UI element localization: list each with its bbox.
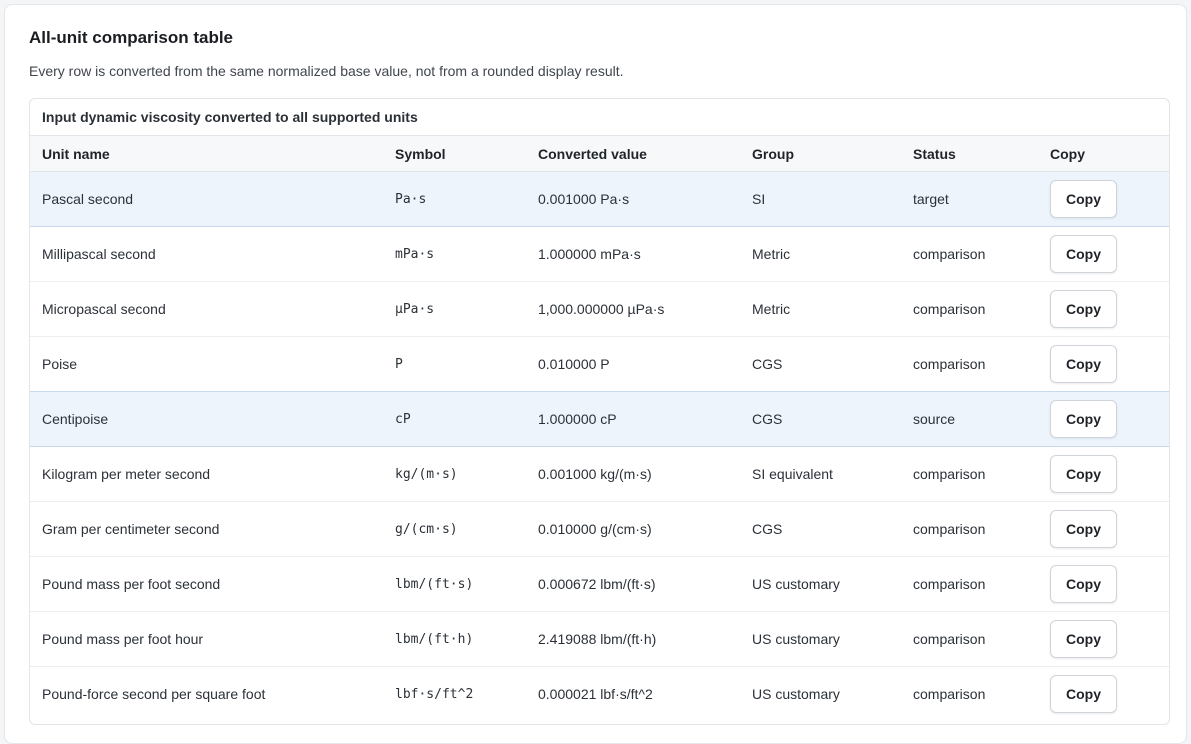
cell-converted-value: 0.000672 lbm/(ft·s) [526,556,740,612]
table-row: Kilogram per meter second kg/(m·s) 0.00100… [30,446,1169,502]
cell-symbol: lbf·s/ft^2 [395,686,474,702]
comparison-card: All-unit comparison table Every row is c… [4,4,1187,744]
cell-symbol: lbm/(ft·s) [383,556,526,612]
table-row: Micropascal second µPa·s 1,000.000000 µPa·… [30,281,1169,337]
cell-converted-value: 0.010000 g/(cm·s) [526,501,740,557]
cell-status: source [901,391,1038,447]
cell-copy: Copy [1038,336,1169,392]
cell-copy: Copy [1038,391,1169,447]
cell-group: Metric [740,281,901,337]
header-unit-name[interactable]: Unit name [30,136,383,172]
section-title: All-unit comparison table [29,28,234,47]
cell-status: comparison [901,611,1038,667]
cell-symbol: g/(cm·s) [383,501,526,557]
cell-status: comparison [901,501,1038,557]
cell-copy: Copy [1038,171,1169,227]
cell-group: SI equivalent [740,446,901,502]
table-row: Centipoise cP 1.000000 cP CGS source Copy [30,391,1169,447]
table-row: Pound mass per foot hour lbm/(ft·h) 2.4190… [30,611,1169,667]
cell-unit-name: Micropascal second [30,281,383,337]
cell-converted-value: 0.001000 Pa·s [526,171,740,227]
cell-symbol: cP [383,391,526,447]
cell-symbol: lbm/(ft·h) [383,611,526,667]
cell-copy: Copy [1038,281,1169,337]
cell-status: comparison [901,336,1038,392]
table-row: Gram per centimeter second g/(cm·s) 0.0100… [30,501,1169,557]
cell-group: CGS [740,336,901,392]
cell-copy: Copy [1038,556,1169,612]
cell-status: target [901,171,1038,227]
cell-copy: Copy [1038,446,1169,502]
copy-button[interactable]: Copy [1050,400,1117,438]
cell-converted-value: 1.000000 cP [526,391,740,447]
cell-copy: Copy [1038,611,1169,667]
cell-unit-name: Kilogram per meter second [30,446,383,502]
header-status[interactable]: Status [901,136,1038,172]
section-subtitle: Every row is converted from the same nor… [29,63,624,79]
cell-unit-name: Centipoise [30,391,383,447]
cell-symbol: mPa·s [383,226,526,282]
cell-status: comparison [901,226,1038,282]
table-row: Pascal second Pa·s 0.001000 Pa·s SI target Co… [30,171,1169,227]
cell-group: US customary [740,611,901,667]
cell-converted-value: 0.001000 kg/(m·s) [526,446,740,502]
copy-button[interactable]: Copy [1050,455,1117,493]
table-caption: Input dynamic viscosity converted to all… [30,99,1169,136]
copy-button[interactable]: Copy [1050,290,1117,328]
table-row: Poise P 0.010000 P CGS comparison Copy [30,336,1169,392]
copy-button[interactable]: Copy [1050,510,1117,548]
copy-button[interactable]: Copy [1050,620,1117,658]
comparison-table-container: Input dynamic viscosity converted to all… [29,98,1170,725]
cell-group: Metric [740,226,901,282]
table-row: Pound-force second per square foot lbf·s/… [30,667,1169,722]
cell-converted-value: 0.000021 lbf·s/ft^2 [538,686,653,702]
cell-unit-name: Pascal second [30,171,383,227]
cell-unit-name: Pound mass per foot hour [30,611,383,667]
cell-symbol: kg/(m·s) [383,446,526,502]
table-header: Unit name Symbol Converted value Group S… [30,136,1169,172]
copy-button[interactable]: Copy [1050,675,1117,713]
cell-copy: Copy [1038,226,1169,282]
header-copy: Copy [1038,136,1169,172]
header-converted-value[interactable]: Converted value [526,136,740,172]
cell-group: US customary [740,556,901,612]
cell-copy: Copy [1038,501,1169,557]
cell-unit-name: Pound mass per foot second [30,556,383,612]
cell-converted-value: 1,000.000000 µPa·s [526,281,740,337]
cell-converted-value: 1.000000 mPa·s [526,226,740,282]
copy-button[interactable]: Copy [1050,345,1117,383]
cell-unit-name: Pound-force second per square foot [42,686,266,702]
cell-group: SI [740,171,901,227]
cell-status: comparison [901,446,1038,502]
table-body: Pascal second Pa·s 0.001000 Pa·s SI target Co… [30,171,1169,722]
table-row: Millipascal second mPa·s 1.000000 mPa·s Met… [30,226,1169,282]
cell-group: US customary [752,686,840,702]
copy-button[interactable]: Copy [1050,235,1117,273]
header-row: Unit name Symbol Converted value Group S… [30,136,1169,172]
cell-status: comparison [901,281,1038,337]
cell-converted-value: 0.010000 P [526,336,740,392]
cell-group: CGS [740,391,901,447]
cell-symbol: Pa·s [383,171,526,227]
table-row: Pound mass per foot second lbm/(ft·s) 0.00… [30,556,1169,612]
cell-copy: Copy [1038,667,1169,722]
cell-status: comparison [913,686,986,702]
cell-group: CGS [740,501,901,557]
cell-converted-value: 2.419088 lbm/(ft·h) [526,611,740,667]
cell-unit-name: Poise [30,336,383,392]
cell-symbol: µPa·s [383,281,526,337]
header-symbol[interactable]: Symbol [383,136,526,172]
header-group[interactable]: Group [740,136,901,172]
comparison-table: Input dynamic viscosity converted to all… [30,99,1169,721]
cell-status: comparison [901,556,1038,612]
cell-unit-name: Millipascal second [30,226,383,282]
copy-button[interactable]: Copy [1050,180,1117,218]
cell-unit-name: Gram per centimeter second [30,501,383,557]
copy-button[interactable]: Copy [1050,565,1117,603]
cell-symbol: P [383,336,526,392]
